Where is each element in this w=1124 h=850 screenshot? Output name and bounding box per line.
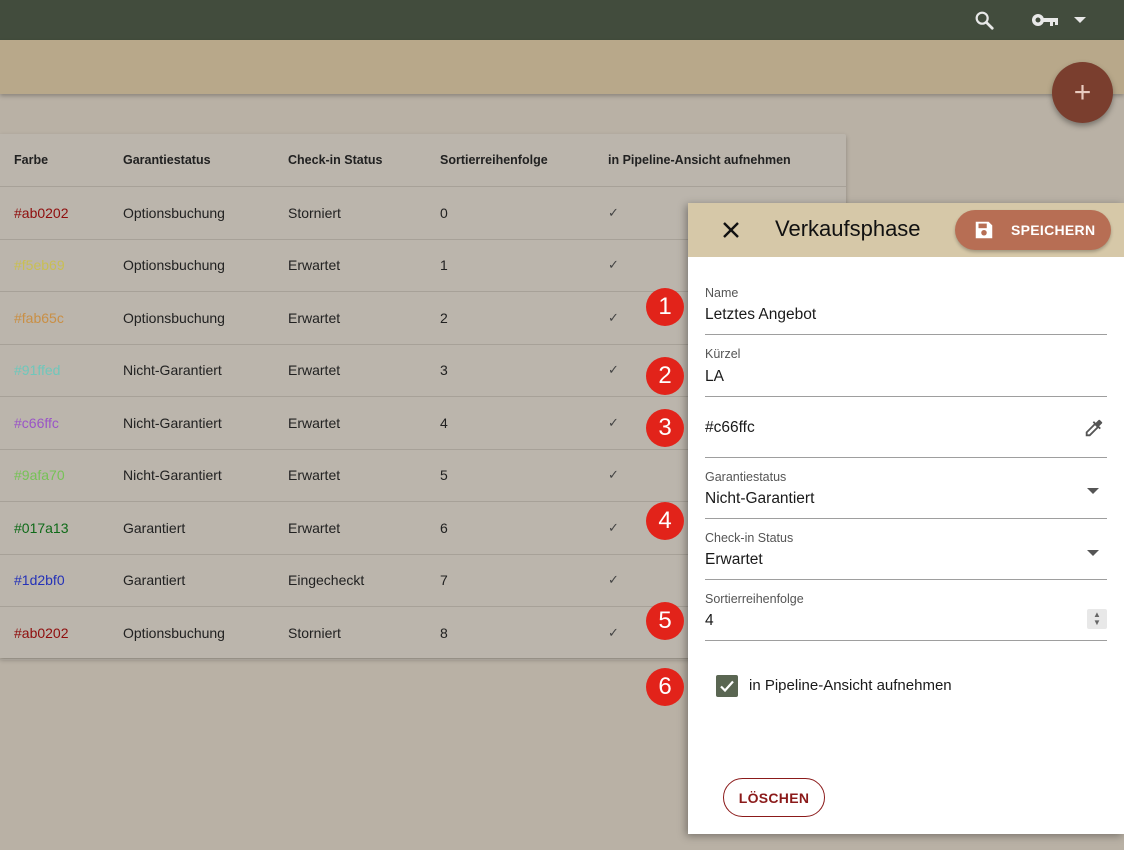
garantiestatus-cell: Garantiert xyxy=(123,519,186,536)
sortierreihenfolge-cell: 7 xyxy=(440,572,448,589)
color-cell: #91ffed xyxy=(14,362,61,379)
kuerzel-input[interactable]: LA xyxy=(705,368,724,386)
save-button[interactable]: SPEICHERN xyxy=(955,210,1111,250)
column-header-checkin-status[interactable]: Check-in Status xyxy=(288,153,382,167)
name-input[interactable]: Letztes Angebot xyxy=(705,306,816,324)
close-icon xyxy=(723,222,739,238)
stepper-down-icon[interactable]: ▼ xyxy=(1093,619,1101,627)
annotation-marker: 5 xyxy=(646,602,684,640)
sortierreihenfolge-cell: 4 xyxy=(440,414,448,431)
annotation-marker: 3 xyxy=(646,409,684,447)
edit-panel: Verkaufsphase SPEICHERN Name Letztes Ang… xyxy=(688,203,1124,834)
pipeline-check-icon: ✓ xyxy=(608,309,619,325)
checkin-status-cell: Erwartet xyxy=(288,519,341,536)
color-input[interactable]: #c66ffc xyxy=(705,419,755,437)
panel-header: Verkaufsphase SPEICHERN xyxy=(688,203,1124,257)
add-button[interactable]: + xyxy=(1052,62,1113,123)
checkin-status-cell: Erwartet xyxy=(288,309,341,326)
column-header-pipeline[interactable]: in Pipeline-Ansicht aufnehmen xyxy=(608,153,791,167)
checkin-status-cell: Erwartet xyxy=(288,362,341,379)
pipeline-checkbox[interactable] xyxy=(716,675,738,697)
color-cell: #017a13 xyxy=(14,519,69,536)
table-header: Farbe Garantiestatus Check-in Status Sor… xyxy=(0,134,846,187)
garantiestatus-select[interactable]: Garantiestatus Nicht-Garantiert xyxy=(705,470,1107,519)
top-app-bar xyxy=(0,0,1124,40)
garantiestatus-label: Garantiestatus xyxy=(705,470,787,484)
checkin-status-value: Erwartet xyxy=(705,551,763,568)
arrow-drop-down-icon[interactable] xyxy=(1072,0,1088,40)
name-label: Name xyxy=(705,286,739,300)
search-icon[interactable] xyxy=(970,0,998,40)
checkin-status-cell: Erwartet xyxy=(288,414,341,431)
close-button[interactable] xyxy=(718,217,744,243)
chevron-down-icon xyxy=(1087,550,1099,556)
garantiestatus-cell: Optionsbuchung xyxy=(123,257,225,274)
pipeline-check-icon: ✓ xyxy=(608,257,619,273)
pipeline-check-icon: ✓ xyxy=(608,624,619,640)
checkin-status-select[interactable]: Check-in Status Erwartet xyxy=(705,531,1107,580)
column-header-farbe[interactable]: Farbe xyxy=(14,153,48,167)
kuerzel-field[interactable]: Kürzel LA xyxy=(705,347,1107,397)
annotation-marker: 6 xyxy=(646,668,684,706)
garantiestatus-value: Nicht-Garantiert xyxy=(705,490,815,507)
sortierreihenfolge-cell: 3 xyxy=(440,362,448,379)
sortierreihenfolge-cell: 0 xyxy=(440,204,448,221)
checkin-status-cell: Erwartet xyxy=(288,257,341,274)
sortierreihenfolge-field[interactable]: Sortierreihenfolge 4 ▲ ▼ xyxy=(705,592,1107,641)
garantiestatus-cell: Garantiert xyxy=(123,572,186,589)
checkin-status-cell: Storniert xyxy=(288,624,341,641)
pipeline-check-icon: ✓ xyxy=(608,414,619,430)
save-button-label: SPEICHERN xyxy=(1011,222,1096,238)
checkin-status-cell: Storniert xyxy=(288,204,341,221)
garantiestatus-cell: Optionsbuchung xyxy=(123,624,225,641)
kuerzel-label: Kürzel xyxy=(705,347,741,361)
column-header-sortierreihenfolge[interactable]: Sortierreihenfolge xyxy=(440,153,548,167)
pipeline-check-icon: ✓ xyxy=(608,467,619,483)
garantiestatus-cell: Nicht-Garantiert xyxy=(123,414,222,431)
name-field[interactable]: Name Letztes Angebot xyxy=(705,286,1107,335)
save-icon xyxy=(975,221,993,239)
color-field[interactable]: #c66ffc xyxy=(705,408,1107,458)
sortierreihenfolge-input[interactable]: 4 xyxy=(705,612,714,630)
pipeline-check-icon: ✓ xyxy=(608,519,619,535)
sortierreihenfolge-cell: 8 xyxy=(440,624,448,641)
delete-button[interactable]: LÖSCHEN xyxy=(723,778,825,817)
checkin-status-cell: Eingecheckt xyxy=(288,572,365,589)
annotation-marker: 1 xyxy=(646,288,684,326)
sortierreihenfolge-cell: 6 xyxy=(440,519,448,536)
checkin-status-cell: Erwartet xyxy=(288,467,341,484)
pipeline-check-icon: ✓ xyxy=(608,362,619,378)
pipeline-check-icon: ✓ xyxy=(608,204,619,220)
toolbar xyxy=(0,40,1124,94)
checkmark-icon xyxy=(720,680,734,693)
plus-icon: + xyxy=(1073,75,1092,109)
sortierreihenfolge-cell: 5 xyxy=(440,467,448,484)
color-cell: #ab0202 xyxy=(14,204,69,221)
color-cell: #fab65c xyxy=(14,309,64,326)
garantiestatus-cell: Nicht-Garantiert xyxy=(123,467,222,484)
color-cell: #c66ffc xyxy=(14,414,59,431)
color-cell: #f5eb69 xyxy=(14,257,65,274)
pipeline-check-icon: ✓ xyxy=(608,572,619,588)
sortierreihenfolge-cell: 1 xyxy=(440,257,448,274)
checkin-status-label: Check-in Status xyxy=(705,531,794,545)
garantiestatus-cell: Optionsbuchung xyxy=(123,309,225,326)
color-cell: #ab0202 xyxy=(14,624,69,641)
sortierreihenfolge-label: Sortierreihenfolge xyxy=(705,592,804,606)
key-icon[interactable] xyxy=(1030,0,1060,40)
color-cell: #9afa70 xyxy=(14,467,65,484)
pipeline-checkbox-label[interactable]: in Pipeline-Ansicht aufnehmen xyxy=(749,677,952,694)
number-stepper[interactable]: ▲ ▼ xyxy=(1087,609,1107,629)
garantiestatus-cell: Nicht-Garantiert xyxy=(123,362,222,379)
column-header-garantiestatus[interactable]: Garantiestatus xyxy=(123,153,211,167)
annotation-marker: 2 xyxy=(646,357,684,395)
eyedropper-icon[interactable] xyxy=(1083,417,1105,439)
chevron-down-icon xyxy=(1087,488,1099,494)
panel-title: Verkaufsphase xyxy=(775,216,921,241)
color-cell: #1d2bf0 xyxy=(14,572,65,589)
garantiestatus-cell: Optionsbuchung xyxy=(123,204,225,221)
annotation-marker: 4 xyxy=(646,502,684,540)
sortierreihenfolge-cell: 2 xyxy=(440,309,448,326)
